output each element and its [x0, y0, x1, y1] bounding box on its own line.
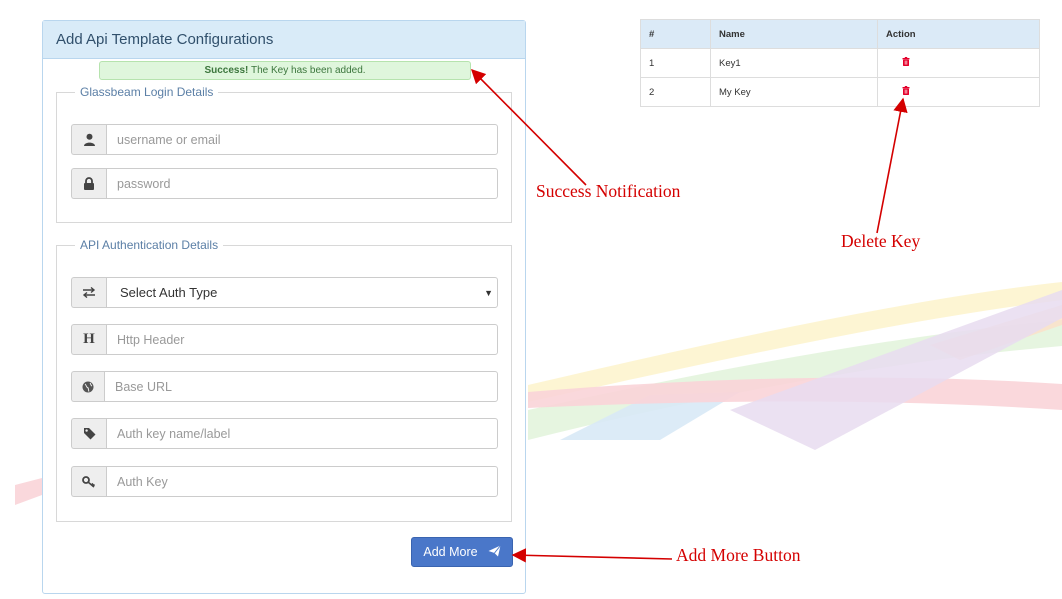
table-row: 2 My Key — [640, 77, 1040, 107]
username-input[interactable]: username or email — [106, 124, 498, 155]
send-icon — [488, 544, 501, 560]
table-header-row: # Name Action — [640, 19, 1040, 49]
add-more-button[interactable]: Add More — [411, 537, 513, 567]
password-input[interactable]: password — [106, 168, 498, 199]
auth-type-row: Select Auth Type ▼ — [71, 277, 498, 308]
row-name: Key1 — [710, 48, 878, 78]
annotation-delete: Delete Key — [841, 231, 921, 251]
globe-icon — [71, 371, 104, 402]
row-action-cell — [877, 77, 1040, 107]
login-fieldset: Glassbeam Login Details username or emai… — [56, 85, 512, 223]
row-name: My Key — [710, 77, 878, 107]
base-url-row: Base URL — [71, 371, 498, 402]
auth-key-input[interactable]: Auth Key — [106, 466, 498, 497]
api-template-panel: Add Api Template Configurations Success!… — [42, 20, 526, 594]
base-url-input[interactable]: Base URL — [104, 371, 498, 402]
trash-icon[interactable] — [902, 57, 910, 69]
add-more-label: Add More — [423, 545, 478, 559]
row-number: 1 — [640, 48, 711, 78]
auth-type-select[interactable]: Select Auth Type ▼ — [106, 277, 498, 308]
auth-fieldset: API Authentication Details Select Auth T… — [56, 238, 512, 522]
tag-icon — [71, 418, 106, 449]
auth-legend: API Authentication Details — [80, 238, 219, 252]
annotation-add-more: Add More Button — [676, 545, 801, 565]
header-h-icon: H — [71, 324, 106, 355]
key-icon — [71, 466, 106, 497]
column-header-name: Name — [710, 19, 878, 49]
alert-text: The Key has been added. — [251, 65, 366, 76]
chevron-down-icon: ▼ — [484, 287, 493, 298]
user-icon — [71, 124, 106, 155]
auth-key-name-input[interactable]: Auth key name/label — [106, 418, 498, 449]
row-action-cell — [877, 48, 1040, 78]
success-alert: Success! The Key has been added. — [99, 61, 471, 80]
lock-icon — [71, 168, 106, 199]
password-row: password — [71, 168, 498, 199]
annotation-success: Success Notification — [536, 181, 681, 201]
keys-table: # Name Action 1 Key1 2 My Key — [640, 19, 1040, 107]
alert-strong: Success! — [204, 65, 249, 76]
table-row: 1 Key1 — [640, 48, 1040, 78]
column-header-action: Action — [877, 19, 1040, 49]
username-row: username or email — [71, 124, 498, 155]
login-legend: Glassbeam Login Details — [80, 85, 214, 99]
column-header-number: # — [640, 19, 711, 49]
http-header-input[interactable]: Http Header — [106, 324, 498, 355]
row-number: 2 — [640, 77, 711, 107]
http-header-row: H Http Header — [71, 324, 498, 355]
auth-key-row: Auth Key — [71, 466, 498, 497]
panel-title: Add Api Template Configurations — [43, 21, 525, 59]
auth-key-name-row: Auth key name/label — [71, 418, 498, 449]
auth-type-selected: Select Auth Type — [120, 285, 218, 300]
trash-icon[interactable] — [902, 86, 910, 98]
exchange-icon — [71, 277, 106, 308]
